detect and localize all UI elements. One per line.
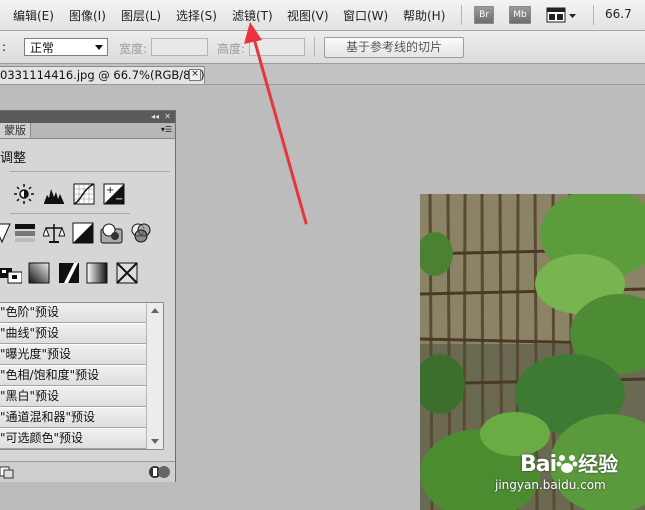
annotation-arrow-icon (244, 22, 308, 225)
